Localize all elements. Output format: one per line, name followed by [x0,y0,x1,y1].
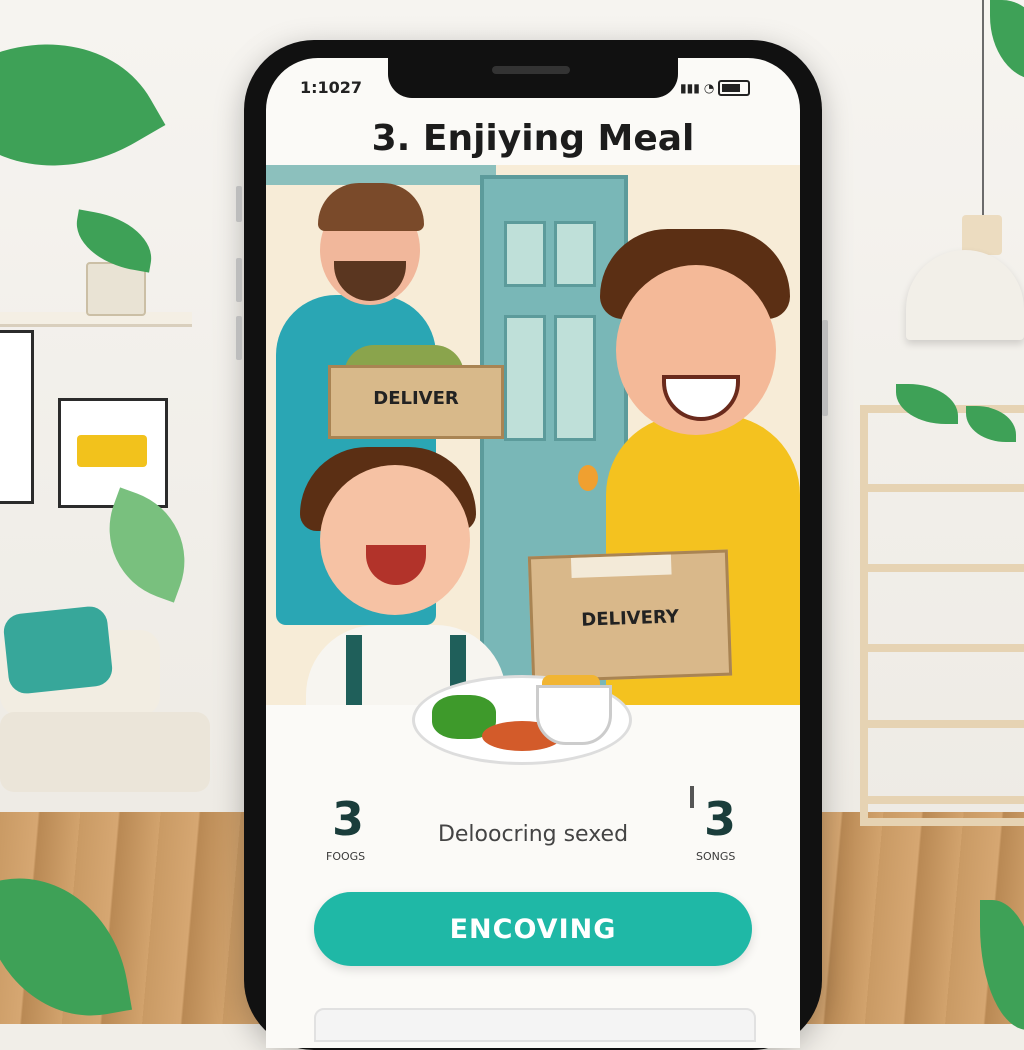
bookcase-shelf [868,796,1024,804]
bookcase [860,405,1024,826]
bookcase-shelf [868,720,1024,728]
battery-icon [718,80,751,96]
phone-volume-button [236,316,242,360]
box-tape [570,554,672,579]
sofa [0,604,220,810]
stat-right-label: SONGS [696,850,736,863]
bowl [536,685,612,745]
door-frame [266,165,496,185]
box-label: DELIVER [373,388,459,409]
enjoying-button[interactable]: ENCOVING [314,892,752,966]
lamp-top [962,215,1002,255]
box-label: DELIVERY [580,606,680,631]
child-head [320,465,470,615]
delivery-box-right: DELIVERY [527,549,733,683]
meal-illustration: DELIVER DELIVERY [266,165,800,785]
door-window [554,315,596,441]
door-window [504,221,546,287]
phone-power-button [822,320,828,416]
phone-volume-button [236,258,242,302]
status-icons: ▮▮▮ ◔ [680,80,751,96]
bookcase-shelf [868,564,1024,572]
next-card [314,1008,756,1042]
page-title: 3. Enjiying Meal [371,118,695,159]
bookcase-shelf [868,484,1024,492]
wall-frame-left [0,330,34,504]
door-window [504,315,546,441]
stat-left-label: FOOGS [326,850,366,863]
signal-icon: ▮▮▮ [680,81,700,95]
phone-side-button [236,186,242,222]
lamp-cord [982,0,984,220]
status-time: 1:1027 [300,78,363,97]
stat-right-value: 3 [704,792,737,846]
wifi-icon: ◔ [703,81,715,95]
delivery-box-left: DELIVER [328,365,504,439]
truck-icon [77,435,147,467]
speaker-grille [492,66,570,74]
stat-right-marker [690,786,694,808]
bookcase-shelf [868,644,1024,652]
door-window [554,221,596,287]
wall-frame-truck [58,398,168,508]
door-knob [578,465,598,491]
